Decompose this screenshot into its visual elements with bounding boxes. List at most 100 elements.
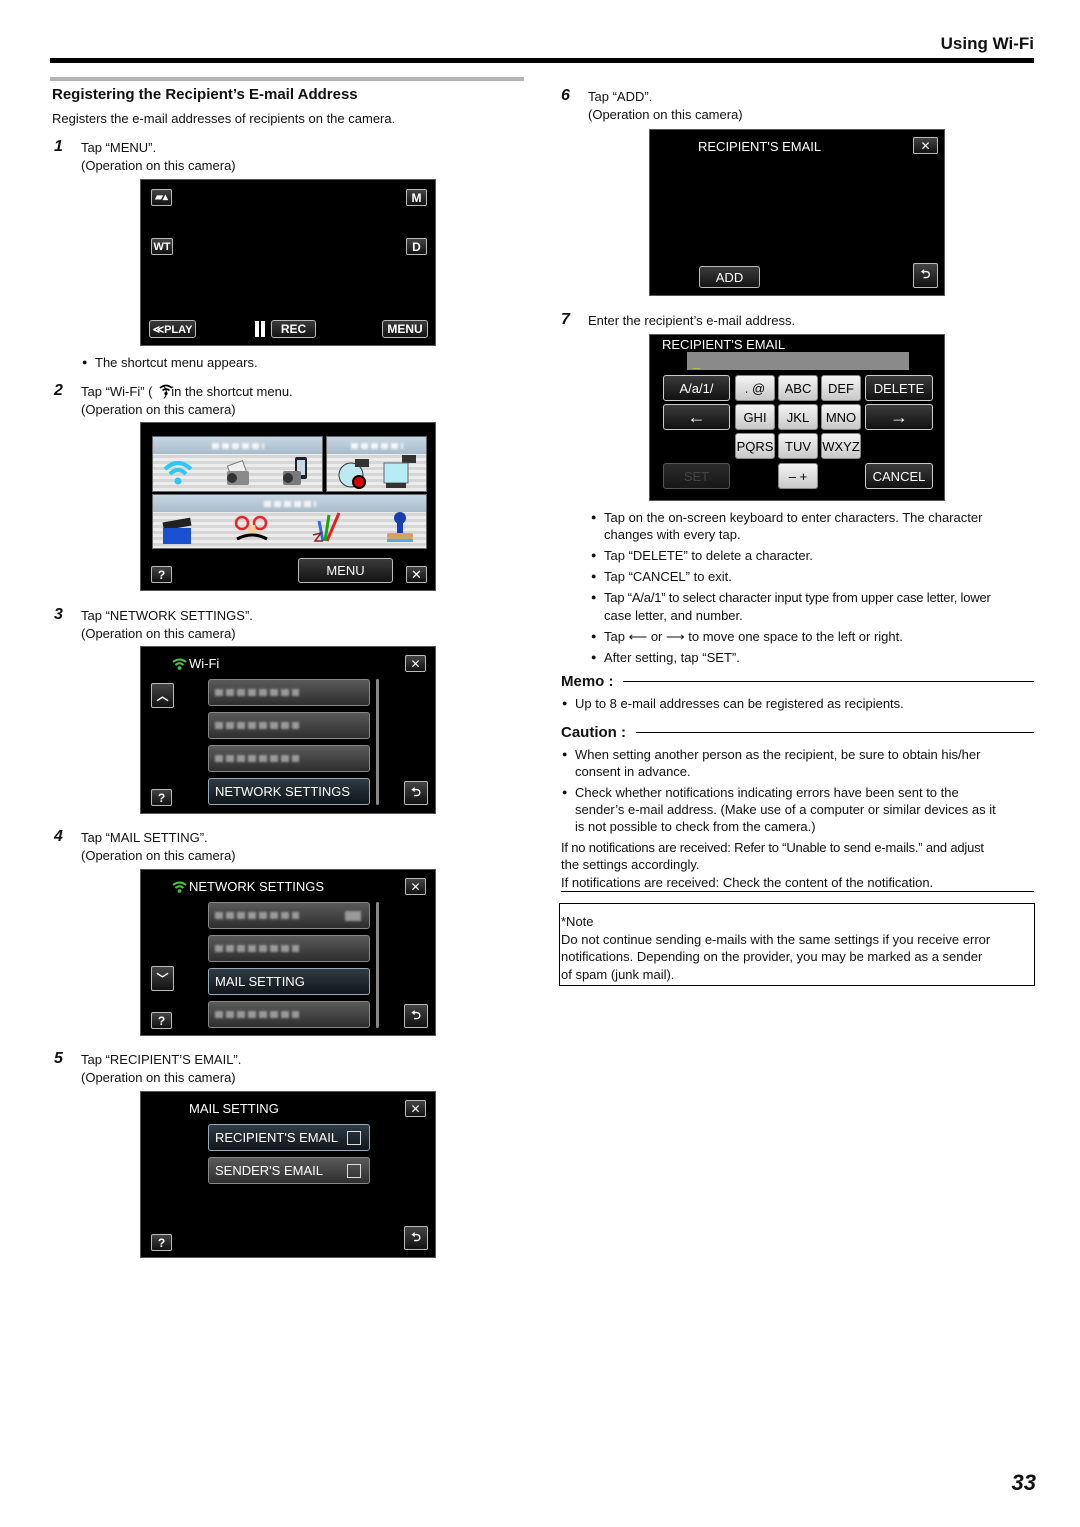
camera-screen-network-settings: NETWORK SETTINGS ✕ ﹀ MAIL SETTING ? ⮌	[140, 869, 436, 1036]
effects-panel	[152, 494, 427, 549]
page-number: 33	[1011, 1470, 1036, 1495]
close-icon: ✕	[411, 566, 422, 582]
help-button[interactable]: ?	[151, 789, 172, 806]
menu-button[interactable]: MENU	[382, 320, 428, 338]
step-text: Tap “Wi-Fi” ( ) in the shortcut menu.	[81, 384, 293, 399]
help-button[interactable]: ?	[151, 1234, 172, 1251]
list-item[interactable]	[208, 1001, 370, 1028]
section-intro: Registers the e-mail addresses of recipi…	[52, 111, 396, 126]
screen-title: MAIL SETTING	[189, 1101, 279, 1116]
scrollbar[interactable]	[376, 902, 379, 1028]
minus-plus-key[interactable]: – +	[778, 463, 818, 489]
screen-title: Wi-Fi	[189, 656, 220, 671]
step-subtext: (Operation on this camera)	[81, 1070, 236, 1085]
caution-bullet: Check whether notifications indicating e…	[562, 784, 959, 801]
step-1-bullet: The shortcut menu appears.	[82, 354, 258, 371]
close-button[interactable]: ✕	[405, 655, 426, 672]
help-button[interactable]: ?	[151, 566, 172, 583]
note-label: *Note	[561, 914, 594, 929]
abc-key[interactable]: ABC	[778, 375, 818, 401]
email-input[interactable]: _	[687, 352, 909, 370]
return-arrow-icon: ⮌	[920, 267, 931, 281]
disguise-glasses-icon[interactable]	[233, 515, 271, 550]
list-item[interactable]	[208, 745, 370, 772]
rec-button[interactable]: REC	[271, 320, 316, 338]
bullet-continuation: case letter, and number.	[604, 608, 743, 623]
add-button[interactable]: ADD	[699, 266, 760, 288]
cursor: _	[693, 355, 701, 370]
movie-mode-button[interactable]: ▰▴	[151, 189, 172, 206]
name-display-icon[interactable]	[382, 455, 416, 494]
recipients-email-item[interactable]: RECIPIENT'S EMAIL	[208, 1124, 370, 1151]
wifi-shortcut-icon[interactable]	[163, 459, 193, 492]
left-arrow-key[interactable]: ←	[663, 404, 730, 430]
camera-screen-recipients-email: RECIPIENT'S EMAIL ✕ ADD ⮌	[649, 129, 945, 296]
step-text: Tap “NETWORK SETTINGS”.	[81, 608, 253, 623]
ghi-key[interactable]: GHI	[735, 404, 775, 430]
clapperboard-icon[interactable]	[161, 514, 193, 551]
record-off-icon[interactable]	[337, 457, 371, 494]
jkl-key[interactable]: JKL	[778, 404, 818, 430]
tuv-key[interactable]: TUV	[778, 433, 818, 459]
network-settings-item[interactable]: NETWORK SETTINGS	[208, 778, 370, 805]
stamp-icon[interactable]	[383, 511, 417, 550]
pens-icon[interactable]	[311, 511, 343, 550]
step-text: Tap “RECIPIENT’S EMAIL”.	[81, 1052, 242, 1067]
camera-mail-icon[interactable]	[223, 457, 251, 485]
list-item[interactable]	[208, 902, 370, 929]
mail-setting-item[interactable]: MAIL SETTING	[208, 968, 370, 995]
caution-bullet: When setting another person as the recip…	[562, 746, 980, 763]
close-icon: ✕	[920, 138, 931, 153]
def-key[interactable]: DEF	[821, 375, 861, 401]
checkbox[interactable]	[347, 1163, 361, 1178]
pqrs-key[interactable]: PQRS	[735, 433, 775, 459]
delete-key[interactable]: DELETE	[865, 375, 933, 401]
back-button[interactable]: ⮌	[404, 1004, 428, 1028]
back-button[interactable]: ⮌	[404, 1226, 428, 1250]
mode-key[interactable]: A/a/1/	[663, 375, 730, 401]
step-text: Tap “MAIL SETTING”.	[81, 830, 208, 845]
back-button[interactable]: ⮌	[913, 263, 938, 288]
left-arrow-icon: ←	[687, 406, 706, 427]
checkbox[interactable]	[347, 1130, 361, 1145]
wt-zoom-button[interactable]: WT	[151, 238, 173, 255]
list-item[interactable]	[208, 679, 370, 706]
wifi-icon	[172, 880, 187, 898]
close-button[interactable]: ✕	[405, 1100, 426, 1117]
d-button[interactable]: D	[406, 238, 427, 255]
caution-continuation: consent in advance.	[575, 764, 691, 779]
list-item[interactable]	[208, 712, 370, 739]
caution-text: the settings accordingly.	[561, 857, 700, 872]
punct-key[interactable]: . @	[735, 375, 775, 401]
back-button[interactable]: ⮌	[404, 781, 428, 805]
scroll-down-button[interactable]: ﹀	[151, 966, 174, 991]
camera-phone-icon[interactable]	[281, 455, 311, 492]
wxyz-key[interactable]: WXYZ	[821, 433, 861, 459]
scrollbar[interactable]	[376, 679, 379, 805]
close-button[interactable]: ✕	[406, 566, 427, 583]
header-rule	[50, 58, 1034, 63]
screen-title: NETWORK SETTINGS	[189, 879, 325, 894]
close-button[interactable]: ✕	[913, 137, 938, 154]
right-arrow-key[interactable]: →	[865, 404, 933, 430]
item-label: RECIPIENT'S EMAIL	[215, 1130, 339, 1145]
senders-email-item[interactable]: SENDER'S EMAIL	[208, 1157, 370, 1184]
close-icon: ✕	[410, 879, 421, 894]
cancel-key[interactable]: CANCEL	[865, 463, 933, 489]
step-number: 3	[54, 606, 63, 623]
set-key[interactable]: SET	[663, 463, 730, 489]
close-icon: ✕	[410, 656, 421, 671]
step-subtext: (Operation on this camera)	[588, 107, 743, 122]
help-button[interactable]: ?	[151, 1012, 172, 1029]
list-item[interactable]	[208, 935, 370, 962]
chapter-title: Using Wi-Fi	[940, 34, 1034, 53]
scroll-up-button[interactable]: ︿	[151, 683, 174, 708]
m-button[interactable]: M	[406, 189, 427, 206]
close-button[interactable]: ✕	[405, 878, 426, 895]
play-button[interactable]: ≪PLAY	[149, 320, 196, 338]
note-line: Do not continue sending e-mails with the…	[561, 931, 991, 947]
movie-camera-icon: ▰▴	[155, 192, 168, 203]
menu-button[interactable]: MENU	[298, 558, 393, 583]
mno-key[interactable]: MNO	[821, 404, 861, 430]
caution-text: If no notifications are received: Refer …	[561, 840, 984, 855]
